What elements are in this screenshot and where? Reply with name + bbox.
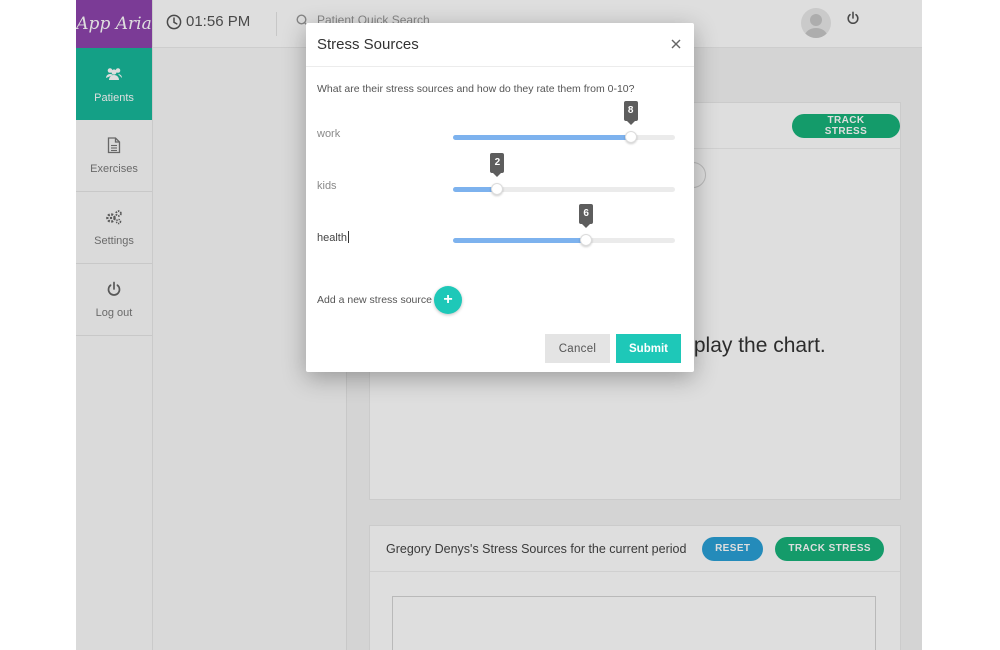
slider-handle[interactable] <box>624 131 637 143</box>
stress-slider-health[interactable]: 6 <box>453 204 675 246</box>
slider-handle[interactable] <box>491 183 504 195</box>
slider-value-tooltip: 2 <box>490 153 505 177</box>
cancel-button[interactable]: Cancel <box>545 334 610 363</box>
stress-sources-modal: Stress Sources What are their stress sou… <box>306 23 694 372</box>
stress-slider-work[interactable]: 8 <box>453 101 675 143</box>
stress-slider-kids[interactable]: 2 <box>453 153 675 195</box>
stress-source-label: kids <box>317 180 337 192</box>
slider-value-tooltip: 6 <box>579 204 594 228</box>
modal-title: Stress Sources <box>317 36 419 53</box>
slider-handle[interactable] <box>580 234 593 246</box>
slider-value-tooltip: 8 <box>623 101 638 125</box>
slider-fill <box>453 135 631 140</box>
submit-button[interactable]: Submit <box>616 334 681 363</box>
add-stress-source-row: Add a new stress source + <box>317 286 462 314</box>
app-window: App Aria Patients Exercises Settings Log… <box>76 0 922 650</box>
stress-source-label: work <box>317 128 341 140</box>
stress-source-label: health <box>317 232 347 244</box>
close-icon[interactable] <box>670 37 684 51</box>
modal-question: What are their stress sources and how do… <box>317 83 635 95</box>
text-cursor <box>347 231 349 243</box>
stress-source-input[interactable]: health <box>317 231 349 244</box>
add-stress-source-button[interactable]: + <box>433 286 462 314</box>
slider-fill <box>453 238 587 243</box>
modal-header: Stress Sources <box>306 23 694 67</box>
add-stress-source-label: Add a new stress source <box>317 294 432 306</box>
plus-icon: + <box>443 291 453 308</box>
